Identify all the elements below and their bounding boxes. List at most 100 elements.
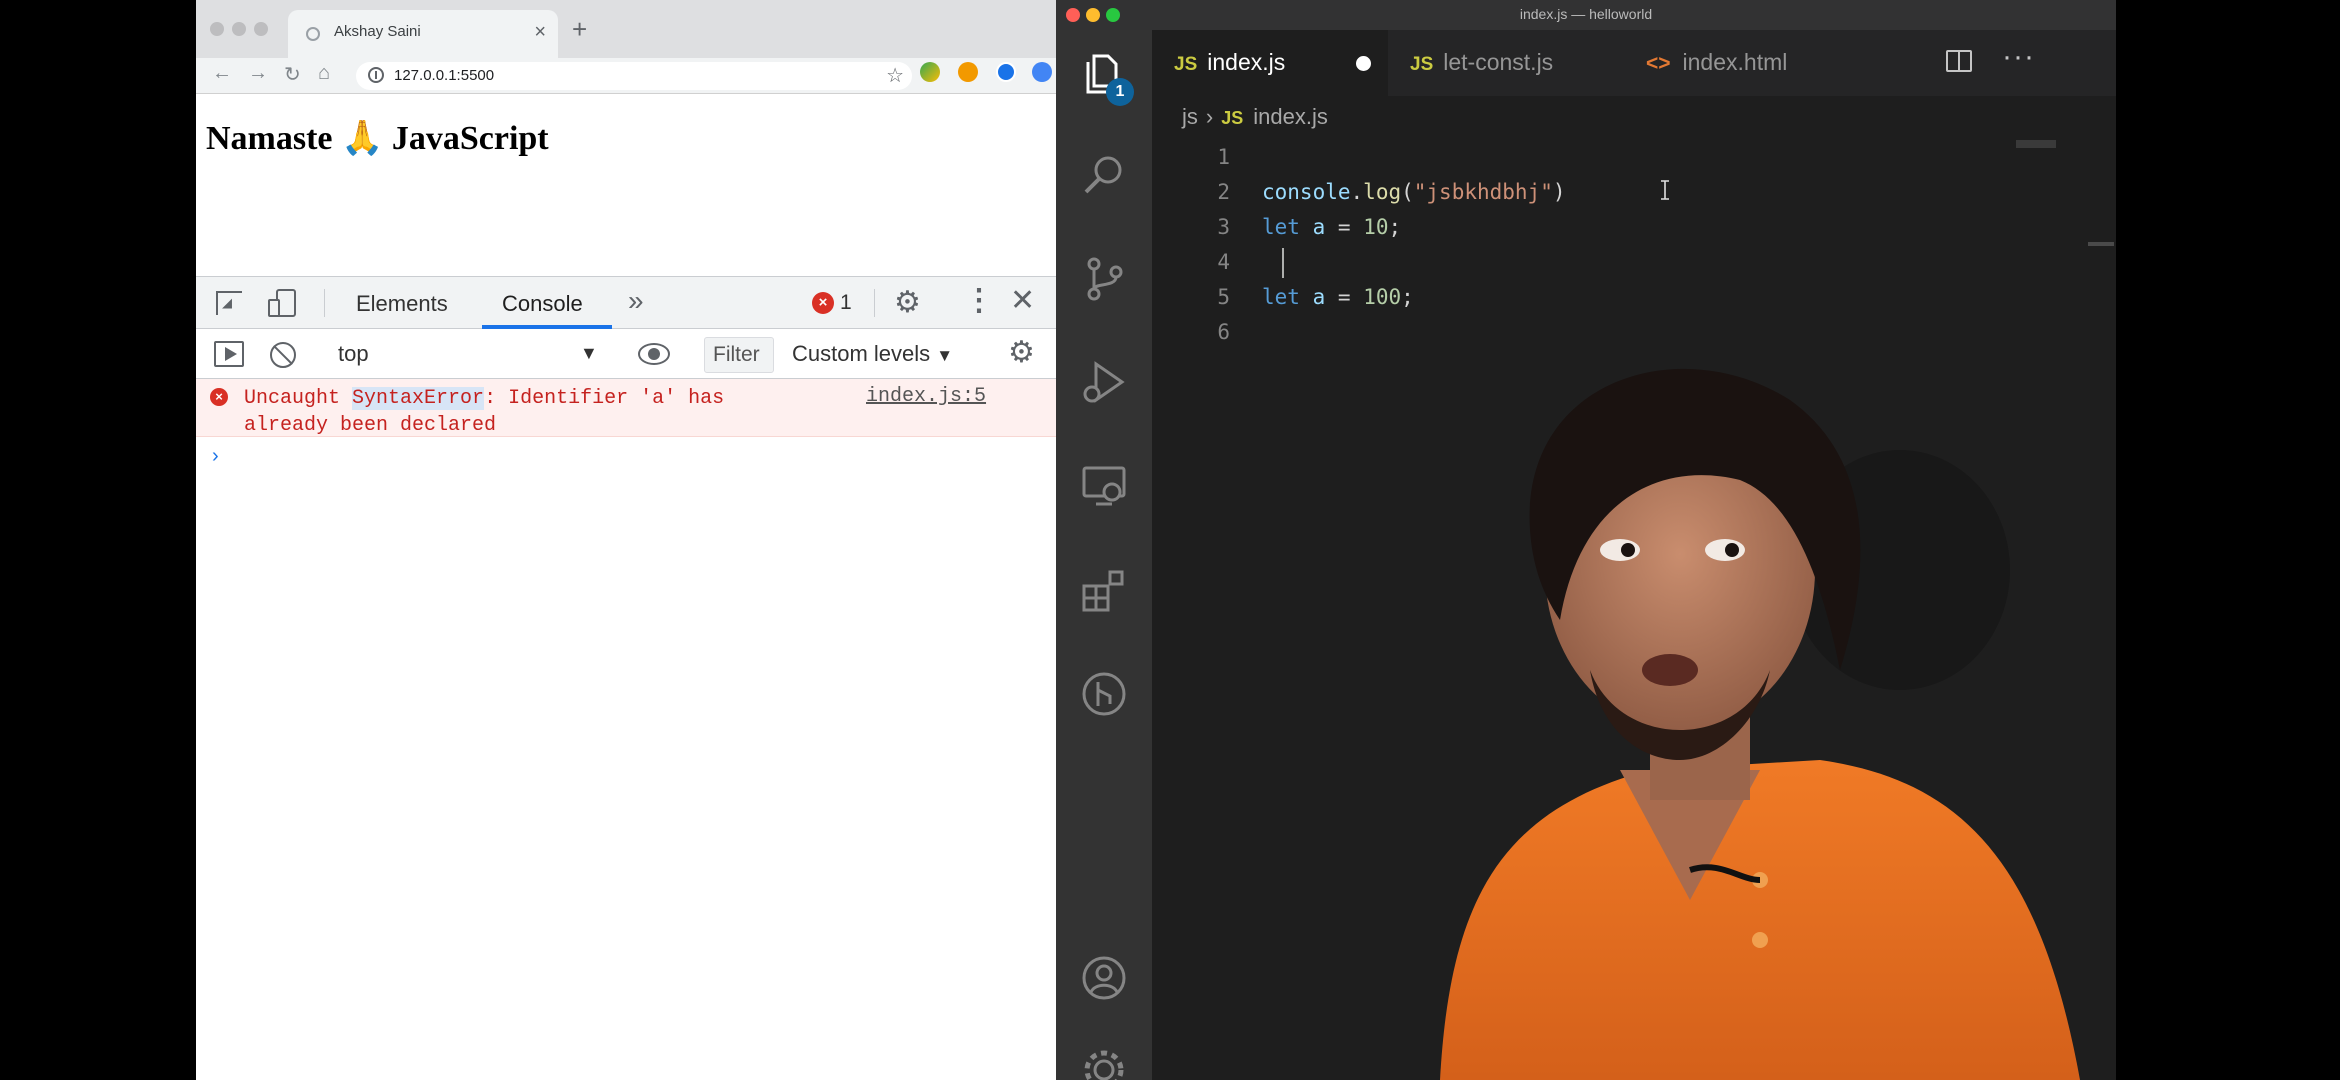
- error-icon: ×: [210, 388, 228, 406]
- error-icon[interactable]: ×: [812, 292, 834, 314]
- code-text: let a = 100;: [1262, 280, 1414, 315]
- code-line[interactable]: 4: [1152, 245, 2116, 280]
- device-toolbar-icon[interactable]: [268, 289, 298, 317]
- js-file-icon: JS: [1410, 54, 1434, 75]
- address-bar[interactable]: 127.0.0.1:5500 ☆: [356, 62, 912, 90]
- forward-icon[interactable]: →: [248, 62, 268, 85]
- code-line[interactable]: 2 console.log("jsbkhdbhj"): [1152, 175, 2116, 210]
- code-token: 10: [1363, 215, 1389, 239]
- html-file-icon: <>: [1646, 52, 1671, 75]
- tab-label: index.js: [1207, 49, 1286, 75]
- tab-elements[interactable]: Elements: [356, 291, 448, 317]
- account-icon[interactable]: [1080, 954, 1128, 1002]
- close-window-dot[interactable]: [210, 22, 224, 36]
- breadcrumb: js › JS index.js: [1182, 104, 1328, 130]
- line-number[interactable]: 5: [1152, 280, 1230, 315]
- filter-input[interactable]: Filter: [704, 337, 774, 373]
- live-expression-eye-icon[interactable]: [638, 343, 670, 365]
- info-icon[interactable]: [368, 67, 384, 83]
- error-count[interactable]: 1: [840, 291, 852, 315]
- favicon-icon: [306, 27, 320, 41]
- line-number[interactable]: 4: [1152, 245, 1230, 280]
- back-icon[interactable]: ←: [212, 62, 232, 85]
- split-editor-icon[interactable]: [1946, 50, 1972, 72]
- minimize-window-dot[interactable]: [232, 22, 246, 36]
- error-source-link[interactable]: index.js:5: [866, 385, 986, 408]
- git-graph-icon[interactable]: [1080, 670, 1128, 718]
- close-devtools-icon[interactable]: ✕: [1010, 283, 1035, 318]
- code-line[interactable]: 5 let a = 100;: [1152, 280, 2116, 315]
- line-number[interactable]: 3: [1152, 210, 1230, 245]
- code-line[interactable]: 3 let a = 10;: [1152, 210, 2116, 245]
- code-token: a: [1312, 285, 1326, 309]
- browser-tab[interactable]: Akshay Saini ×: [288, 10, 558, 58]
- code-token: let: [1262, 215, 1300, 239]
- unsaved-dot-icon[interactable]: [1356, 56, 1371, 71]
- more-actions-icon[interactable]: ···: [2002, 40, 2035, 74]
- browser-window: Akshay Saini × + ← → ↻ ⌂ 127.0.0.1:5500 …: [196, 0, 1056, 1080]
- context-selector[interactable]: top: [338, 341, 369, 367]
- tab-let-const-js[interactable]: JS let-const.js: [1388, 30, 1624, 96]
- remote-explorer-icon[interactable]: [1080, 462, 1128, 510]
- code-token: let: [1262, 285, 1300, 309]
- log-levels-dropdown[interactable]: Custom levels ▼: [792, 341, 953, 367]
- home-icon[interactable]: ⌂: [318, 62, 330, 85]
- breadcrumb-file[interactable]: index.js: [1253, 104, 1328, 129]
- reload-icon[interactable]: ↻: [284, 62, 301, 87]
- error-prefix: Uncaught: [244, 387, 353, 410]
- js-file-icon: JS: [1174, 54, 1198, 75]
- settings-gear-icon[interactable]: ⚙: [894, 285, 921, 320]
- tab-index-js[interactable]: JS index.js: [1152, 30, 1388, 96]
- clear-console-icon[interactable]: [270, 342, 296, 368]
- page-heading: Namaste 🙏 JavaScript: [206, 120, 549, 157]
- console-error-row: × Uncaught SyntaxError: Identifier 'a' h…: [196, 379, 1056, 437]
- kebab-menu-icon[interactable]: ⋮: [964, 283, 994, 318]
- console-settings-gear-icon[interactable]: ⚙: [1008, 335, 1035, 370]
- extension-icon[interactable]: [996, 62, 1016, 82]
- extension-icon[interactable]: [1032, 62, 1052, 82]
- text-cursor: [1282, 248, 1284, 278]
- page-viewport: Namaste 🙏 JavaScript: [196, 94, 1056, 276]
- tab-console[interactable]: Console: [502, 291, 583, 317]
- new-tab-icon[interactable]: +: [572, 14, 587, 45]
- code-token: 100: [1363, 285, 1402, 309]
- extensions-icon[interactable]: [1080, 566, 1128, 614]
- activity-bar: 1: [1056, 30, 1152, 1080]
- inspect-element-icon[interactable]: [216, 291, 242, 315]
- star-icon[interactable]: ☆: [886, 63, 904, 88]
- line-number[interactable]: 1: [1152, 140, 1230, 175]
- tab-index-html[interactable]: <> index.html: [1624, 30, 1860, 96]
- show-sidebar-icon[interactable]: [214, 341, 244, 367]
- maximize-window-dot[interactable]: [254, 22, 268, 36]
- tab-label: index.html: [1682, 49, 1788, 75]
- address-url: 127.0.0.1:5500: [394, 67, 495, 84]
- chevron-down-icon[interactable]: ▼: [580, 343, 598, 364]
- close-tab-icon[interactable]: ×: [534, 21, 546, 44]
- code-token: =: [1325, 285, 1364, 309]
- extension-icon[interactable]: [920, 62, 940, 82]
- devtools-tabbar: Elements Console » × 1 ⚙ ⋮ ✕: [196, 277, 1056, 329]
- ibeam-cursor-icon: [1661, 180, 1669, 200]
- line-number[interactable]: 6: [1152, 315, 1230, 350]
- scrollbar-thumb[interactable]: [2088, 242, 2114, 246]
- breadcrumb-folder[interactable]: js: [1182, 104, 1198, 129]
- error-type: SyntaxError: [352, 387, 485, 410]
- run-debug-icon[interactable]: [1080, 358, 1128, 406]
- code-token: console: [1262, 180, 1351, 204]
- code-token: "jsbkhdbhj": [1413, 180, 1553, 204]
- minimap[interactable]: [2016, 140, 2056, 148]
- code-token: ): [1552, 180, 1566, 204]
- more-tabs-icon[interactable]: »: [628, 285, 644, 317]
- extension-icon[interactable]: [958, 62, 978, 82]
- js-file-icon: JS: [1221, 108, 1244, 128]
- source-control-icon[interactable]: [1080, 254, 1128, 302]
- search-icon[interactable]: [1080, 150, 1128, 198]
- console-prompt[interactable]: ›: [212, 445, 219, 468]
- code-token: =: [1325, 215, 1364, 239]
- explorer-badge: 1: [1106, 78, 1134, 106]
- code-line[interactable]: 1: [1152, 140, 2116, 175]
- line-number[interactable]: 2: [1152, 175, 1230, 210]
- browser-tab-title: Akshay Saini: [334, 23, 421, 40]
- manage-gear-icon[interactable]: [1080, 1046, 1128, 1080]
